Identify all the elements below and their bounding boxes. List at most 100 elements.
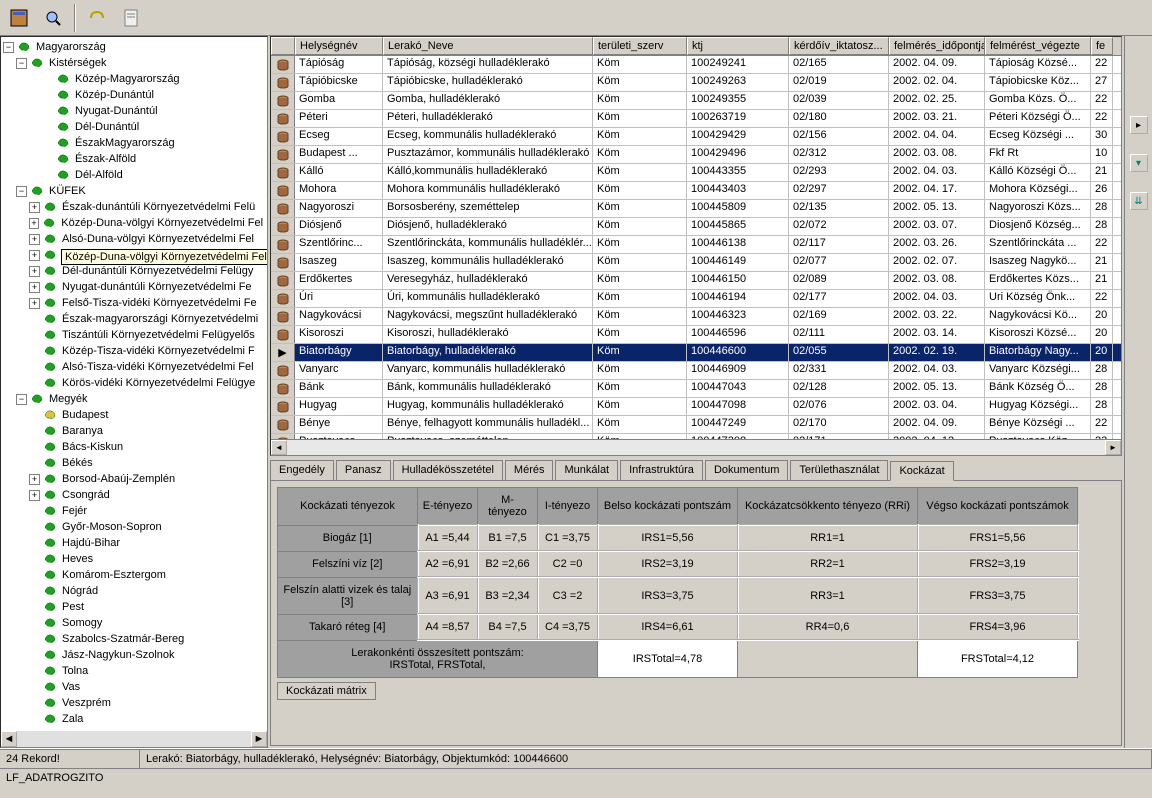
grid-row[interactable]: HugyagHugyag, kommunális hulladéklerakóK… bbox=[271, 398, 1121, 416]
tree-kufek-item-6[interactable]: +Felső-Tisza-vidéki Környezetvédelmi Fe bbox=[3, 295, 265, 311]
tree-expander[interactable]: + bbox=[29, 282, 40, 293]
risk-frs[interactable]: FRS1=5,56 bbox=[918, 525, 1078, 551]
grid-row[interactable]: PéteriPéteri, hulladéklerakóKöm100263719… bbox=[271, 110, 1121, 128]
toolbar-btn-4[interactable] bbox=[116, 3, 146, 33]
col-header-2[interactable]: területi_szerv bbox=[593, 37, 687, 55]
tab-engedély[interactable]: Engedély bbox=[270, 460, 334, 480]
grid-row[interactable]: BánkBánk, kommunális hulladéklerakóKöm10… bbox=[271, 380, 1121, 398]
row-header[interactable] bbox=[271, 128, 295, 145]
grid-row[interactable]: KisorosziKisoroszi, hulladéklerakóKöm100… bbox=[271, 326, 1121, 344]
tab-mérés[interactable]: Mérés bbox=[505, 460, 554, 480]
tree-megye-8[interactable]: Hajdú-Bihar bbox=[3, 535, 265, 551]
tree-megye-12[interactable]: Pest bbox=[3, 599, 265, 615]
row-header[interactable] bbox=[271, 290, 295, 307]
risk-irs[interactable]: IRS1=5,56 bbox=[598, 525, 738, 551]
risk-e[interactable]: A2 =6,91 bbox=[418, 551, 478, 577]
tree-kufek-item-11[interactable]: Körös-vidéki Környezetvédelmi Felügye bbox=[3, 375, 265, 391]
tree-kufek-item-9[interactable]: Közép-Tisza-vidéki Környezetvédelmi F bbox=[3, 343, 265, 359]
risk-m[interactable]: B4 =7,5 bbox=[478, 614, 538, 640]
risk-frs[interactable]: FRS3=3,75 bbox=[918, 577, 1078, 614]
row-header[interactable] bbox=[271, 74, 295, 91]
grid-row[interactable]: DiósjenőDiósjenő, hulladéklerakóKöm10044… bbox=[271, 218, 1121, 236]
tree-expander[interactable]: − bbox=[16, 186, 27, 197]
grid-row[interactable]: IsaszegIsaszeg, kommunális hulladéklerak… bbox=[271, 254, 1121, 272]
risk-m[interactable]: B3 =2,34 bbox=[478, 577, 538, 614]
tree-kufek-item-5[interactable]: +Nyugat-dunántúli Környezetvédelmi Fe bbox=[3, 279, 265, 295]
row-header[interactable] bbox=[271, 362, 295, 379]
tree-root[interactable]: −Magyarország bbox=[3, 39, 265, 55]
grid-row[interactable]: NagykovácsiNagykovácsi, megszűnt hulladé… bbox=[271, 308, 1121, 326]
data-grid[interactable]: HelységnévLerakó_Neveterületi_szervktjké… bbox=[270, 36, 1122, 456]
row-header[interactable] bbox=[271, 380, 295, 397]
tree-kufek-item-8[interactable]: Tiszántúli Környezetvédelmi Felügyelős bbox=[3, 327, 265, 343]
grid-row[interactable]: TápióbicskeTápióbicske, hulladéklerakóKö… bbox=[271, 74, 1121, 92]
tree-kufek-item-2[interactable]: +Alsó-Duna-völgyi Környezetvédelmi Fel bbox=[3, 231, 265, 247]
col-header-5[interactable]: felmérés_időpontja bbox=[889, 37, 985, 55]
tree-region-4[interactable]: ÉszakMagyarország bbox=[3, 135, 265, 151]
tree-megye-14[interactable]: Szabolcs-Szatmár-Bereg bbox=[3, 631, 265, 647]
tree-kufek[interactable]: −KÜFEK bbox=[3, 183, 265, 199]
risk-rr[interactable]: RR1=1 bbox=[738, 525, 918, 551]
tree-megye-3[interactable]: Békés bbox=[3, 455, 265, 471]
tree-megye-5[interactable]: +Csongrád bbox=[3, 487, 265, 503]
col-header-7[interactable]: fe bbox=[1091, 37, 1113, 55]
tree-megye-9[interactable]: Heves bbox=[3, 551, 265, 567]
risk-i[interactable]: C3 =2 bbox=[538, 577, 598, 614]
row-header[interactable] bbox=[271, 182, 295, 199]
grid-row[interactable]: ▶BiatorbágyBiatorbágy, hulladéklerakóKöm… bbox=[271, 344, 1121, 362]
col-header-6[interactable]: felmérést_végezte bbox=[985, 37, 1091, 55]
tree-expander[interactable]: + bbox=[29, 218, 40, 229]
tree-kufek-item-10[interactable]: Alsó-Tisza-vidéki Környezetvédelmi Fel bbox=[3, 359, 265, 375]
tree-megyek[interactable]: −Megyék bbox=[3, 391, 265, 407]
row-header[interactable]: ▶ bbox=[271, 344, 295, 361]
tree-megye-7[interactable]: Győr-Moson-Sopron bbox=[3, 519, 265, 535]
row-header[interactable] bbox=[271, 164, 295, 181]
tree-region-5[interactable]: Észak-Alföld bbox=[3, 151, 265, 167]
tree-region-1[interactable]: Közép-Dunántúl bbox=[3, 87, 265, 103]
tree-megye-19[interactable]: Zala bbox=[3, 711, 265, 727]
risk-i[interactable]: C4 =3,75 bbox=[538, 614, 598, 640]
row-header[interactable] bbox=[271, 398, 295, 415]
tree-kufek-item-0[interactable]: +Észak-dunántúli Környezetvédelmi Felü bbox=[3, 199, 265, 215]
row-header[interactable] bbox=[271, 92, 295, 109]
tree-megye-17[interactable]: Vas bbox=[3, 679, 265, 695]
tab-infrastruktúra[interactable]: Infrastruktúra bbox=[620, 460, 703, 480]
row-header[interactable] bbox=[271, 416, 295, 433]
risk-m[interactable]: B2 =2,66 bbox=[478, 551, 538, 577]
tree-region-2[interactable]: Nyugat-Dunántúl bbox=[3, 103, 265, 119]
side-icon-2[interactable]: ▾ bbox=[1130, 154, 1148, 172]
tree-kufek-item-1[interactable]: +Közép-Duna-völgyi Környezetvédelmi Fel bbox=[3, 215, 265, 231]
tree-megye-4[interactable]: +Borsod-Abaúj-Zemplén bbox=[3, 471, 265, 487]
tab-munkálat[interactable]: Munkálat bbox=[555, 460, 618, 480]
grid-row[interactable]: EcsegEcseg, kommunális hulladéklerakóKöm… bbox=[271, 128, 1121, 146]
grid-row[interactable]: GombaGomba, hulladéklerakóKöm10024935502… bbox=[271, 92, 1121, 110]
risk-e[interactable]: A4 =8,57 bbox=[418, 614, 478, 640]
tab-területhasználat[interactable]: Területhasználat bbox=[790, 460, 888, 480]
grid-row[interactable]: VanyarcVanyarc, kommunális hulladéklerak… bbox=[271, 362, 1121, 380]
tree-kufek-item-4[interactable]: +Dél-dunántúli Környezetvédelmi Felügy bbox=[3, 263, 265, 279]
risk-i[interactable]: C1 =3,75 bbox=[538, 525, 598, 551]
risk-irs[interactable]: IRS3=3,75 bbox=[598, 577, 738, 614]
col-header-4[interactable]: kérdőív_iktatosz... bbox=[789, 37, 889, 55]
row-header[interactable] bbox=[271, 254, 295, 271]
risk-irs[interactable]: IRS4=6,61 bbox=[598, 614, 738, 640]
grid-hscroll[interactable]: ◄► bbox=[271, 439, 1121, 455]
grid-row[interactable]: Szentlőrinc...Szentlőrinckáta, kommunáli… bbox=[271, 236, 1121, 254]
risk-m[interactable]: B1 =7,5 bbox=[478, 525, 538, 551]
risk-i[interactable]: C2 =0 bbox=[538, 551, 598, 577]
tree-expander[interactable]: + bbox=[29, 474, 40, 485]
col-header-3[interactable]: ktj bbox=[687, 37, 789, 55]
risk-rr[interactable]: RR3=1 bbox=[738, 577, 918, 614]
tree-expander[interactable]: − bbox=[16, 394, 27, 405]
row-header[interactable] bbox=[271, 56, 295, 73]
tree-expander[interactable]: + bbox=[29, 202, 40, 213]
tree-hscroll[interactable]: ◄ ► bbox=[1, 731, 267, 747]
tree-region-3[interactable]: Dél-Dunántúl bbox=[3, 119, 265, 135]
tree-megye-18[interactable]: Veszprém bbox=[3, 695, 265, 711]
tree-megye-2[interactable]: Bács-Kiskun bbox=[3, 439, 265, 455]
tab-kockázat[interactable]: Kockázat bbox=[890, 461, 953, 481]
grid-row[interactable]: NagyorosziBorsosberény, szeméttelepKöm10… bbox=[271, 200, 1121, 218]
tree-megye-10[interactable]: Komárom-Esztergom bbox=[3, 567, 265, 583]
tree-megye-16[interactable]: Tolna bbox=[3, 663, 265, 679]
row-header[interactable] bbox=[271, 200, 295, 217]
